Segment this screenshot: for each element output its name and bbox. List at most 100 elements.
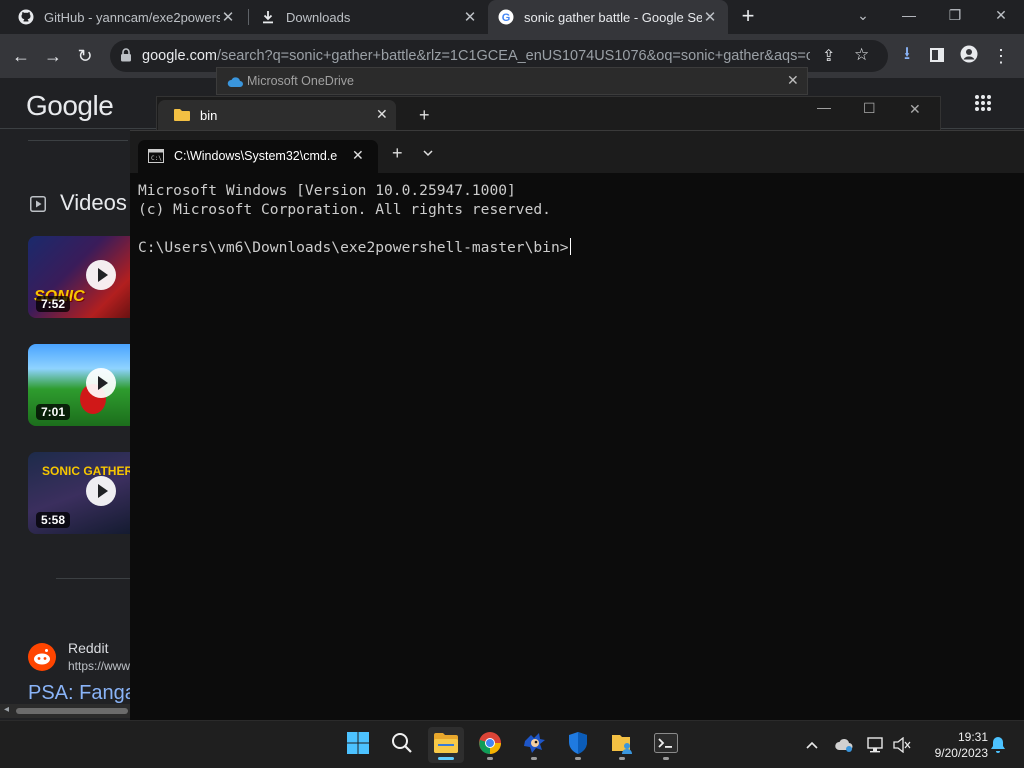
taskbar-chrome[interactable]: [472, 727, 508, 763]
terminal-output[interactable]: Microsoft Windows [Version 10.0.25947.10…: [138, 181, 571, 257]
video-thumbnail-3[interactable]: SONIC GATHER B 5:58: [28, 452, 138, 534]
clock[interactable]: 19:31 9/20/2023: [918, 729, 988, 761]
close-icon[interactable]: ✕: [352, 147, 364, 164]
volume-muted-icon[interactable]: [892, 734, 912, 756]
close-icon[interactable]: ✕: [909, 101, 921, 118]
close-icon[interactable]: ✕: [376, 106, 388, 123]
terminal-icon: [654, 732, 678, 758]
video-section-icon: [30, 196, 46, 217]
forward-button[interactable]: →: [38, 41, 68, 71]
play-icon: [86, 368, 116, 398]
terminal-prompt-line[interactable]: C:\Users\vm6\Downloads\exe2powershell-ma…: [138, 238, 571, 257]
close-window-button[interactable]: ✕: [978, 0, 1024, 30]
restore-button[interactable]: ❐: [932, 0, 978, 30]
result-source: Reddit: [68, 640, 109, 656]
back-button[interactable]: ←: [6, 41, 36, 71]
tab-search-button[interactable]: ⌄: [840, 0, 886, 30]
search-icon: [391, 732, 413, 759]
download-icon: ⭳: [903, 43, 911, 63]
terminal-tab-title: C:\Windows\System32\cmd.e: [174, 149, 338, 163]
close-icon: ✕: [995, 6, 1007, 23]
network-icon[interactable]: [866, 734, 886, 756]
tab-label: GitHub - yanncam/exe2powershe: [44, 9, 220, 25]
terminal-window[interactable]: C:\ C:\Windows\System32\cmd.e ✕ + Micros…: [130, 130, 1024, 720]
terminal-tab-bar: C:\ C:\Windows\System32\cmd.e ✕ +: [130, 131, 1024, 173]
terminal-new-tab-button[interactable]: +: [392, 143, 403, 164]
clock-date: 9/20/2023: [934, 746, 988, 760]
side-panel-button[interactable]: [922, 41, 952, 71]
play-icon: [86, 260, 116, 290]
start-button[interactable]: [340, 727, 376, 763]
divider: [28, 140, 128, 141]
share-icon[interactable]: ⇪: [822, 46, 835, 66]
taskbar-search-button[interactable]: [384, 727, 420, 763]
side-panel-icon: [930, 46, 944, 67]
notifications-bell-icon[interactable]: [988, 734, 1008, 756]
new-tab-button[interactable]: +: [736, 5, 760, 29]
taskbar: 19:31 9/20/2023: [0, 720, 1024, 768]
close-icon[interactable]: ✕: [462, 8, 478, 26]
result-title-link[interactable]: PSA: Fanga: [28, 682, 136, 705]
scroll-left-icon[interactable]: ◂: [4, 704, 9, 715]
clock-time: 19:31: [957, 730, 988, 744]
running-indicator: [487, 757, 493, 760]
explorer-new-tab-button[interactable]: +: [419, 105, 430, 126]
arrow-right-icon: →: [44, 45, 62, 66]
video-duration: 7:52: [36, 296, 71, 312]
show-hidden-icons-chevron-up-icon[interactable]: [802, 734, 822, 756]
tab-google-search[interactable]: G sonic gather battle - Google Sear ✕: [488, 0, 728, 34]
tab-label: Downloads: [286, 9, 351, 25]
folder-user-icon: [610, 731, 634, 760]
file-explorer-window[interactable]: bin ✕ + — ☐ ✕: [156, 96, 941, 132]
video-thumbnail-2[interactable]: 7:01: [28, 344, 138, 426]
taskbar-sonic-app[interactable]: [516, 727, 552, 763]
scrollbar-thumb[interactable]: [16, 708, 128, 714]
taskbar-defender[interactable]: [560, 727, 596, 763]
divider: [56, 578, 136, 579]
taskbar-file-explorer[interactable]: [428, 727, 464, 763]
result-url[interactable]: https://www: [68, 659, 130, 673]
chrome-icon: [478, 731, 502, 760]
taskbar-user-folder[interactable]: [604, 727, 640, 763]
close-icon[interactable]: ✕: [702, 8, 718, 26]
explorer-tab-bin[interactable]: bin ✕: [158, 100, 396, 132]
terminal-tab-cmd[interactable]: C:\ C:\Windows\System32\cmd.e ✕: [138, 140, 378, 173]
running-indicator: [619, 757, 625, 760]
restore-icon: ❐: [948, 6, 962, 23]
windows-start-icon: [346, 731, 370, 760]
tab-label: sonic gather battle - Google Sear: [524, 9, 702, 25]
arrow-left-icon: ←: [12, 45, 30, 66]
onedrive-window[interactable]: Microsoft OneDrive ✕: [216, 67, 808, 95]
url-path: /search?q=sonic+gather+battle&rlz=1C1GCE…: [216, 48, 810, 64]
taskbar-terminal[interactable]: [648, 727, 684, 763]
reload-icon: ↻: [77, 45, 93, 66]
google-apps-icon[interactable]: [974, 94, 992, 117]
minimize-button[interactable]: —: [886, 0, 932, 30]
url-text: google.com/search?q=sonic+gather+battle&…: [142, 48, 810, 64]
downloads-button[interactable]: ⭳: [892, 41, 922, 71]
minimize-icon[interactable]: —: [817, 99, 831, 115]
tab-github[interactable]: GitHub - yanncam/exe2powershe ✕: [8, 0, 246, 34]
onedrive-tray-icon[interactable]: [834, 734, 854, 756]
reload-button[interactable]: ↻: [70, 41, 100, 71]
chevron-down-icon[interactable]: [422, 145, 434, 163]
close-icon[interactable]: ✕: [787, 72, 799, 89]
google-logo[interactable]: Google: [26, 90, 114, 122]
close-icon[interactable]: ✕: [220, 8, 236, 26]
browser-tab-strip: GitHub - yanncam/exe2powershe ✕ Download…: [0, 0, 1024, 34]
video-duration: 5:58: [36, 512, 71, 528]
tab-separator: [248, 9, 249, 25]
lock-icon: [120, 48, 132, 67]
avatar-icon: [960, 45, 978, 68]
maximize-icon[interactable]: ☐: [863, 100, 876, 117]
svg-text:C:\: C:\: [151, 155, 162, 162]
terminal-line: Microsoft Windows [Version 10.0.25947.10…: [138, 182, 516, 199]
chrome-menu-button[interactable]: ⋮: [986, 41, 1016, 71]
reddit-icon: [28, 643, 56, 671]
bookmark-star-icon[interactable]: ☆: [854, 45, 869, 65]
profile-button[interactable]: [954, 41, 984, 71]
folder-icon: [173, 108, 191, 127]
video-thumbnail-1[interactable]: SONIC 7:52: [28, 236, 138, 318]
horizontal-scrollbar[interactable]: ◂: [0, 704, 132, 718]
tab-downloads[interactable]: Downloads ✕: [250, 0, 488, 34]
